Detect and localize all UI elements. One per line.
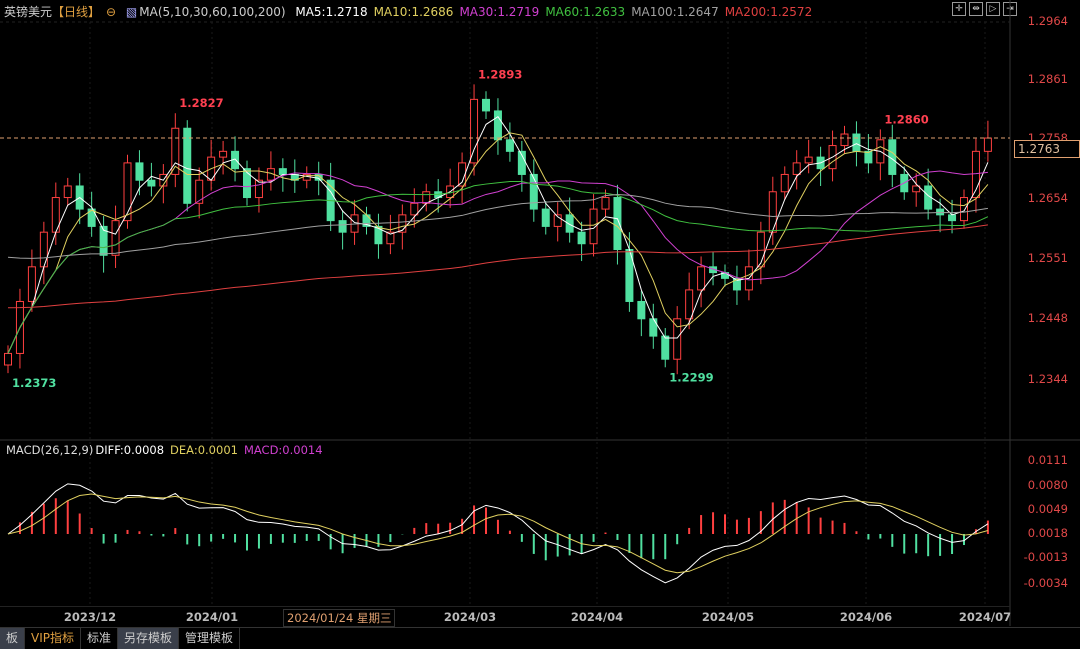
macd-diff: DIFF:0.0008 <box>95 443 165 457</box>
macd-tick: 0.0111 <box>1027 453 1068 467</box>
candle <box>505 139 514 152</box>
current-price-label: 1.2763 <box>1014 140 1080 158</box>
extreme-label: 1.2299 <box>669 370 713 384</box>
candle <box>852 133 861 152</box>
ma-line-4 <box>7 194 988 259</box>
candle <box>936 208 945 216</box>
candle <box>470 98 479 164</box>
extreme-label: 1.2373 <box>12 376 56 390</box>
ma-line-5 <box>7 224 988 309</box>
tab-2[interactable]: 标准 <box>81 628 119 649</box>
extreme-label: 1.2827 <box>179 96 223 110</box>
candle <box>63 185 72 199</box>
candle <box>493 110 502 141</box>
macd-tick: 0.0018 <box>1027 526 1068 540</box>
candle <box>864 150 873 164</box>
candle <box>183 127 192 204</box>
candle <box>111 220 120 256</box>
date-tick: 2023/12 <box>63 610 117 624</box>
price-tick: 1.2344 <box>1027 372 1068 386</box>
macd-tick: -0.0013 <box>1023 550 1068 564</box>
candle <box>338 220 347 233</box>
candle <box>39 231 48 268</box>
macd-tick: -0.0034 <box>1023 576 1068 590</box>
price-tick: 1.2448 <box>1027 311 1068 325</box>
date-tick: 2024/03 <box>443 610 497 624</box>
candle <box>661 335 670 360</box>
candle <box>613 197 622 251</box>
candle <box>697 266 706 291</box>
candle <box>840 133 849 147</box>
candle <box>541 208 550 227</box>
date-axis: 2024/01/24 星期三 2023/12 2024/01 2024/03 2024… <box>0 606 1012 627</box>
price-tick: 1.2654 <box>1027 191 1068 205</box>
candle <box>601 197 610 210</box>
price-tick: 1.2964 <box>1027 14 1068 28</box>
candle <box>529 173 538 210</box>
candle <box>637 300 646 320</box>
tab-1[interactable]: VIP指标 <box>25 628 82 649</box>
date-tick: 2024/01 <box>185 610 239 624</box>
candle <box>673 318 682 360</box>
candle <box>948 214 957 222</box>
chart-canvas[interactable]: 1.2827 1.2893 1.2860 1.2373 1.2299 <box>0 0 1080 649</box>
macd-tick: 0.0049 <box>1027 502 1068 516</box>
candle <box>278 168 287 175</box>
candle <box>983 137 992 152</box>
cursor-date: 2024/01/24 星期三 <box>283 609 396 627</box>
candle <box>768 191 777 233</box>
date-tick: 2024/06 <box>839 610 893 624</box>
candle <box>780 173 789 193</box>
macd-value: MACD:0.0014 <box>243 443 323 457</box>
candle <box>147 179 156 187</box>
candle <box>649 318 658 337</box>
macd-dea: DEA:0.0001 <box>170 443 238 457</box>
extreme-label: 1.2893 <box>478 67 522 81</box>
candle <box>27 266 36 302</box>
price-tick: 1.2861 <box>1027 72 1068 86</box>
candle <box>195 179 204 204</box>
date-tick: 2024/05 <box>701 610 755 624</box>
candle <box>685 289 694 320</box>
candle <box>577 231 586 245</box>
date-tick: 2024/07 <box>958 610 1012 624</box>
ma-line-2 <box>7 170 988 354</box>
tab-4[interactable]: 管理模板 <box>179 628 241 649</box>
candle <box>219 150 228 158</box>
price-tick: 1.2551 <box>1027 251 1068 265</box>
tab-3[interactable]: 另存模板 <box>118 628 180 649</box>
tab-0[interactable]: 板 <box>0 628 26 649</box>
candle <box>960 197 968 222</box>
macd-label: MACD(26,12,9) <box>6 443 94 457</box>
macd-tick: 0.0080 <box>1027 478 1068 492</box>
candle <box>482 98 490 112</box>
ma-line-1 <box>7 132 989 354</box>
template-tabs: 板 VIP指标 标准 另存模板 管理模板 <box>0 627 1080 649</box>
candle <box>565 214 574 233</box>
candle <box>254 179 263 199</box>
candle <box>804 156 813 164</box>
candle <box>792 162 801 175</box>
extreme-label: 1.2860 <box>884 112 928 126</box>
date-tick: 2024/04 <box>570 610 624 624</box>
candle <box>135 162 144 181</box>
macd-header: MACD(26,12,9) DIFF:0.0008 DEA:0.0001 MACD:0… <box>6 443 329 457</box>
candle <box>4 352 12 366</box>
candle <box>410 202 419 216</box>
